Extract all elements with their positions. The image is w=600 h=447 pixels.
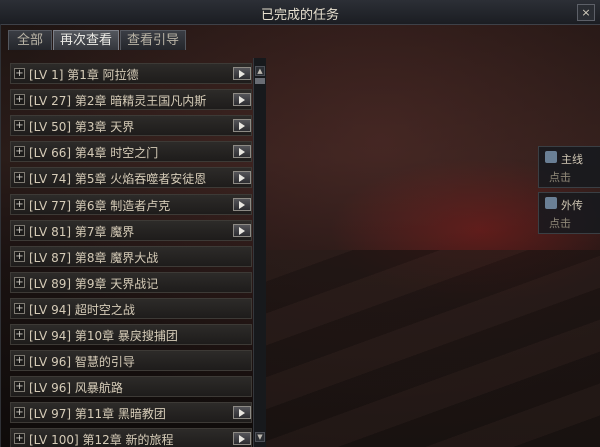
quest-row[interactable]: + [LV 87] 第8章 魔界大战	[10, 245, 252, 267]
quest-list-scrollbar[interactable]: ▲ ▼	[253, 58, 266, 447]
plus-box-icon[interactable]: +	[14, 94, 25, 106]
quest-row[interactable]: + [LV 81] 第7章 魔界	[10, 219, 252, 241]
quest-row[interactable]: + [LV 94] 第10章 暴戾搜捕团	[10, 324, 252, 345]
play-icon[interactable]	[233, 223, 251, 237]
quest-label: [LV 96] 风暴航路	[29, 381, 123, 396]
plus-box-icon[interactable]: +	[14, 120, 25, 132]
play-icon[interactable]	[233, 67, 251, 80]
quest-label: [LV 94] 超时空之战	[29, 302, 135, 317]
plus-box-icon[interactable]: +	[14, 381, 25, 393]
plus-box-icon[interactable]: +	[14, 276, 25, 288]
play-icon[interactable]	[233, 145, 251, 159]
quest-row[interactable]: + [LV 1] 第1章 阿拉德	[10, 63, 252, 84]
plus-box-icon[interactable]: +	[14, 302, 25, 314]
quest-row[interactable]: + [LV 100] 第12章 新的旅程	[10, 428, 252, 447]
quest-row[interactable]: + [LV 74] 第5章 火焰吞噬者安徒恩	[10, 167, 252, 189]
play-icon[interactable]	[233, 171, 251, 185]
quest-label: [LV 87] 第8章 魔界大战	[29, 250, 159, 265]
quest-row[interactable]: + [LV 96] 风暴航路	[10, 376, 252, 398]
plus-box-icon[interactable]: +	[14, 198, 25, 210]
window-titlebar: 已完成的任务 ×	[0, 0, 600, 25]
quest-label: [LV 74] 第5章 火焰吞噬者安徒恩	[29, 172, 207, 187]
arrow-up-icon[interactable]: ▲	[255, 66, 265, 76]
quest-list: + [LV 1] 第1章 阿拉德 + [LV 27] 第2章 暗精灵王国凡内斯 + [LV…	[6, 58, 252, 447]
tab-guide[interactable]: 查看引导	[120, 30, 186, 50]
quest-row[interactable]: + [LV 89] 第9章 天界战记	[10, 271, 252, 293]
plus-box-icon[interactable]: +	[14, 329, 25, 340]
tab-all[interactable]: 全部	[8, 30, 52, 50]
plus-box-icon[interactable]: +	[14, 407, 25, 419]
quest-row[interactable]: + [LV 94] 超时空之战	[10, 297, 252, 319]
plus-box-icon[interactable]: +	[14, 146, 25, 158]
plus-box-icon[interactable]: +	[14, 355, 25, 367]
quest-label: [LV 1] 第1章 阿拉德	[29, 68, 139, 82]
tab-review[interactable]: 再次查看	[53, 30, 119, 50]
play-icon[interactable]	[233, 432, 251, 446]
close-button[interactable]: ×	[577, 4, 595, 21]
quest-label: [LV 77] 第6章 制造者卢克	[29, 198, 171, 213]
plus-box-icon[interactable]: +	[14, 433, 25, 445]
quest-row[interactable]: + [LV 97] 第11章 黑暗教团	[10, 402, 252, 424]
quest-label: [LV 89] 第9章 天界战记	[29, 276, 159, 291]
quest-label: [LV 96] 智慧的引导	[29, 355, 135, 370]
plus-box-icon[interactable]: +	[14, 250, 25, 262]
play-icon[interactable]	[233, 197, 251, 211]
quest-row[interactable]: + [LV 66] 第4章 时空之门	[10, 141, 252, 163]
play-icon[interactable]	[233, 119, 251, 133]
plus-box-icon[interactable]: +	[14, 68, 25, 79]
quest-label: [LV 50] 第3章 天界	[29, 120, 135, 135]
quest-label: [LV 100] 第12章 新的旅程	[29, 433, 174, 447]
quest-label: [LV 81] 第7章 魔界	[29, 224, 135, 239]
play-icon[interactable]	[233, 93, 251, 107]
quest-row[interactable]: + [LV 77] 第6章 制造者卢克	[10, 193, 252, 215]
quest-row[interactable]: + [LV 27] 第2章 暗精灵王国凡内斯	[10, 89, 252, 111]
arrow-down-icon[interactable]: ▼	[255, 432, 265, 442]
window-title: 已完成的任务	[260, 8, 339, 23]
quest-label: [LV 27] 第2章 暗精灵王国凡内斯	[29, 94, 207, 109]
quest-label: [LV 66] 第4章 时空之门	[29, 146, 159, 161]
scrollbar-thumb[interactable]	[255, 78, 265, 84]
quest-row[interactable]: + [LV 50] 第3章 天界	[10, 115, 252, 137]
plus-box-icon[interactable]: +	[14, 224, 25, 236]
quest-label: [LV 94] 第10章 暴戾搜捕团	[29, 329, 178, 343]
plus-box-icon[interactable]: +	[14, 172, 25, 184]
quest-label: [LV 97] 第11章 黑暗教团	[29, 407, 166, 422]
quest-row[interactable]: + [LV 96] 智慧的引导	[10, 350, 252, 372]
play-icon[interactable]	[233, 406, 251, 420]
